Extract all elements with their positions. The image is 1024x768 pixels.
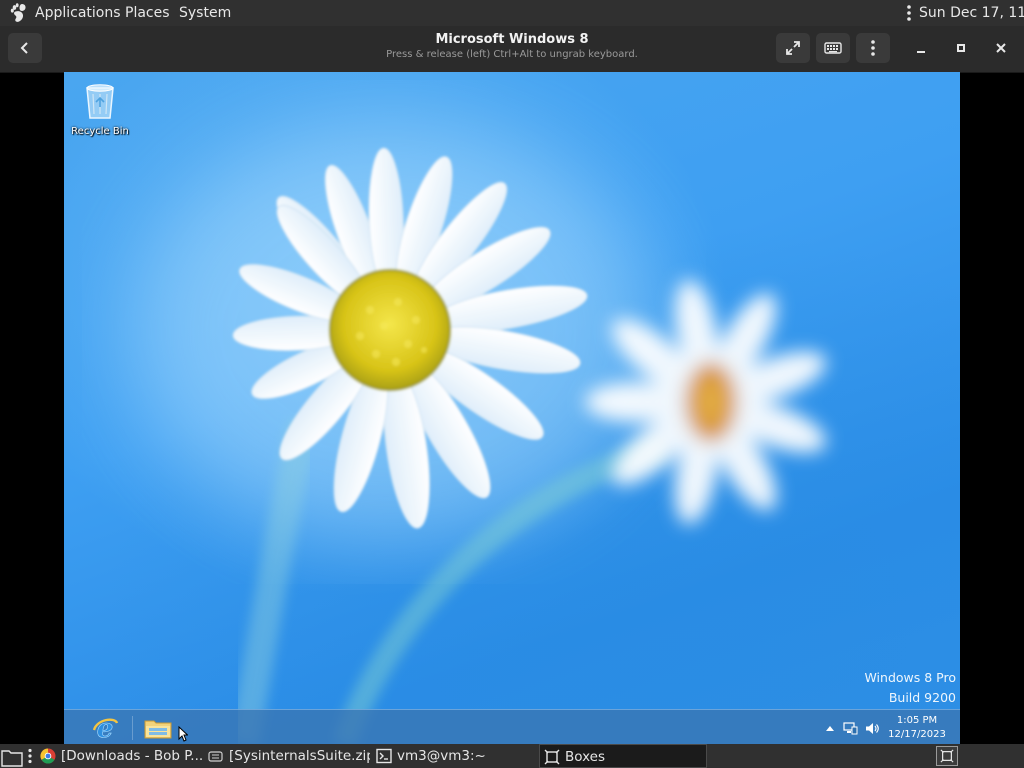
gnome-foot-icon[interactable] <box>8 2 30 24</box>
windows-taskbar: e 1:05 PM 12/17/2023 <box>64 709 960 744</box>
terminal-icon <box>376 748 392 764</box>
watermark-build: Build 9200 <box>888 690 956 705</box>
task-label: [Downloads - Bob P... <box>61 748 202 764</box>
system-menu[interactable]: System <box>179 0 231 26</box>
keyboard-button[interactable] <box>816 33 850 63</box>
file-explorer-taskbar-button[interactable] <box>137 712 179 744</box>
places-menu[interactable]: Places <box>125 0 170 26</box>
task-boxes[interactable]: Boxes <box>539 744 707 768</box>
menu-button[interactable] <box>856 33 890 63</box>
network-tray-button[interactable] <box>842 721 858 735</box>
mouse-cursor-icon <box>178 726 188 742</box>
applications-menu[interactable]: Applications <box>35 0 121 26</box>
volume-tray-button[interactable] <box>864 721 880 735</box>
task-label: [SysinternalsSuite.zip ] <box>229 748 370 764</box>
chevron-left-icon <box>20 42 28 54</box>
chevron-up-icon <box>826 726 834 731</box>
task-sysinternals-archive[interactable]: [SysinternalsSuite.zip ] <box>204 744 370 768</box>
maximize-icon <box>957 44 965 52</box>
file-explorer-icon <box>144 720 172 739</box>
boxes-icon <box>544 749 560 765</box>
fullscreen-icon <box>786 41 800 55</box>
task-terminal[interactable]: vm3@vm3:~ <box>372 744 532 768</box>
vertical-dots-icon <box>871 40 875 56</box>
bottom-panel: [Downloads - Bob P... [SysinternalsSuite… <box>0 744 1024 768</box>
task-list-handle-icon[interactable] <box>27 748 33 764</box>
taskbar-separator <box>132 716 133 740</box>
recycle-bin-icon <box>86 84 114 119</box>
internet-explorer-taskbar-button[interactable]: e <box>84 712 126 744</box>
maximize-button[interactable] <box>946 33 976 63</box>
vertical-dots-icon[interactable] <box>906 4 912 22</box>
back-button[interactable] <box>8 33 42 63</box>
windows-clock-time: 1:05 PM <box>896 715 938 726</box>
volume-icon <box>865 722 879 734</box>
top-panel: Applications Places System Sun Dec 17, 1… <box>0 0 1024 26</box>
window-title: Microsoft Windows 8 <box>435 32 589 47</box>
daisy-wallpaper <box>134 122 826 744</box>
show-hidden-icons-button[interactable] <box>822 721 838 735</box>
internet-explorer-icon: e <box>92 714 119 742</box>
network-icon <box>842 721 857 734</box>
windows-clock-date: 12/17/2023 <box>888 729 946 740</box>
window-subtitle: Press & release (left) Ctrl+Alt to ungra… <box>386 49 638 60</box>
archive-icon <box>208 751 223 762</box>
task-label: Boxes <box>565 749 606 765</box>
windows-clock[interactable]: 1:05 PM 12/17/2023 <box>882 714 952 742</box>
watermark-edition: Windows 8 Pro <box>864 670 956 685</box>
close-button[interactable] <box>986 33 1016 63</box>
minimize-icon <box>917 51 925 53</box>
boxes-icon <box>940 749 954 763</box>
panel-clock[interactable]: Sun Dec 17, 11:05 <box>919 0 1024 26</box>
chrome-icon <box>40 748 56 764</box>
recycle-bin-label: Recycle Bin <box>71 126 129 137</box>
minimize-button[interactable] <box>906 33 936 63</box>
recycle-bin-desktop-icon[interactable]: Recycle Bin <box>68 80 132 137</box>
task-label: vm3@vm3:~ <box>397 748 486 764</box>
keyboard-icon <box>824 42 842 54</box>
svg-text:e: e <box>97 714 114 742</box>
vm-display[interactable]: Recycle Bin Windows 8 Pro Build 9200 e 1… <box>64 72 960 744</box>
workspace-switcher[interactable] <box>936 746 958 766</box>
fullscreen-button[interactable] <box>776 33 810 63</box>
boxes-header-bar: Microsoft Windows 8 Press & release (lef… <box>0 26 1024 73</box>
show-desktop-icon[interactable] <box>1 747 23 767</box>
close-icon <box>996 43 1006 53</box>
task-downloads-chrome[interactable]: [Downloads - Bob P... <box>36 744 202 768</box>
windows-watermark: Windows 8 Pro Build 9200 <box>864 668 956 708</box>
